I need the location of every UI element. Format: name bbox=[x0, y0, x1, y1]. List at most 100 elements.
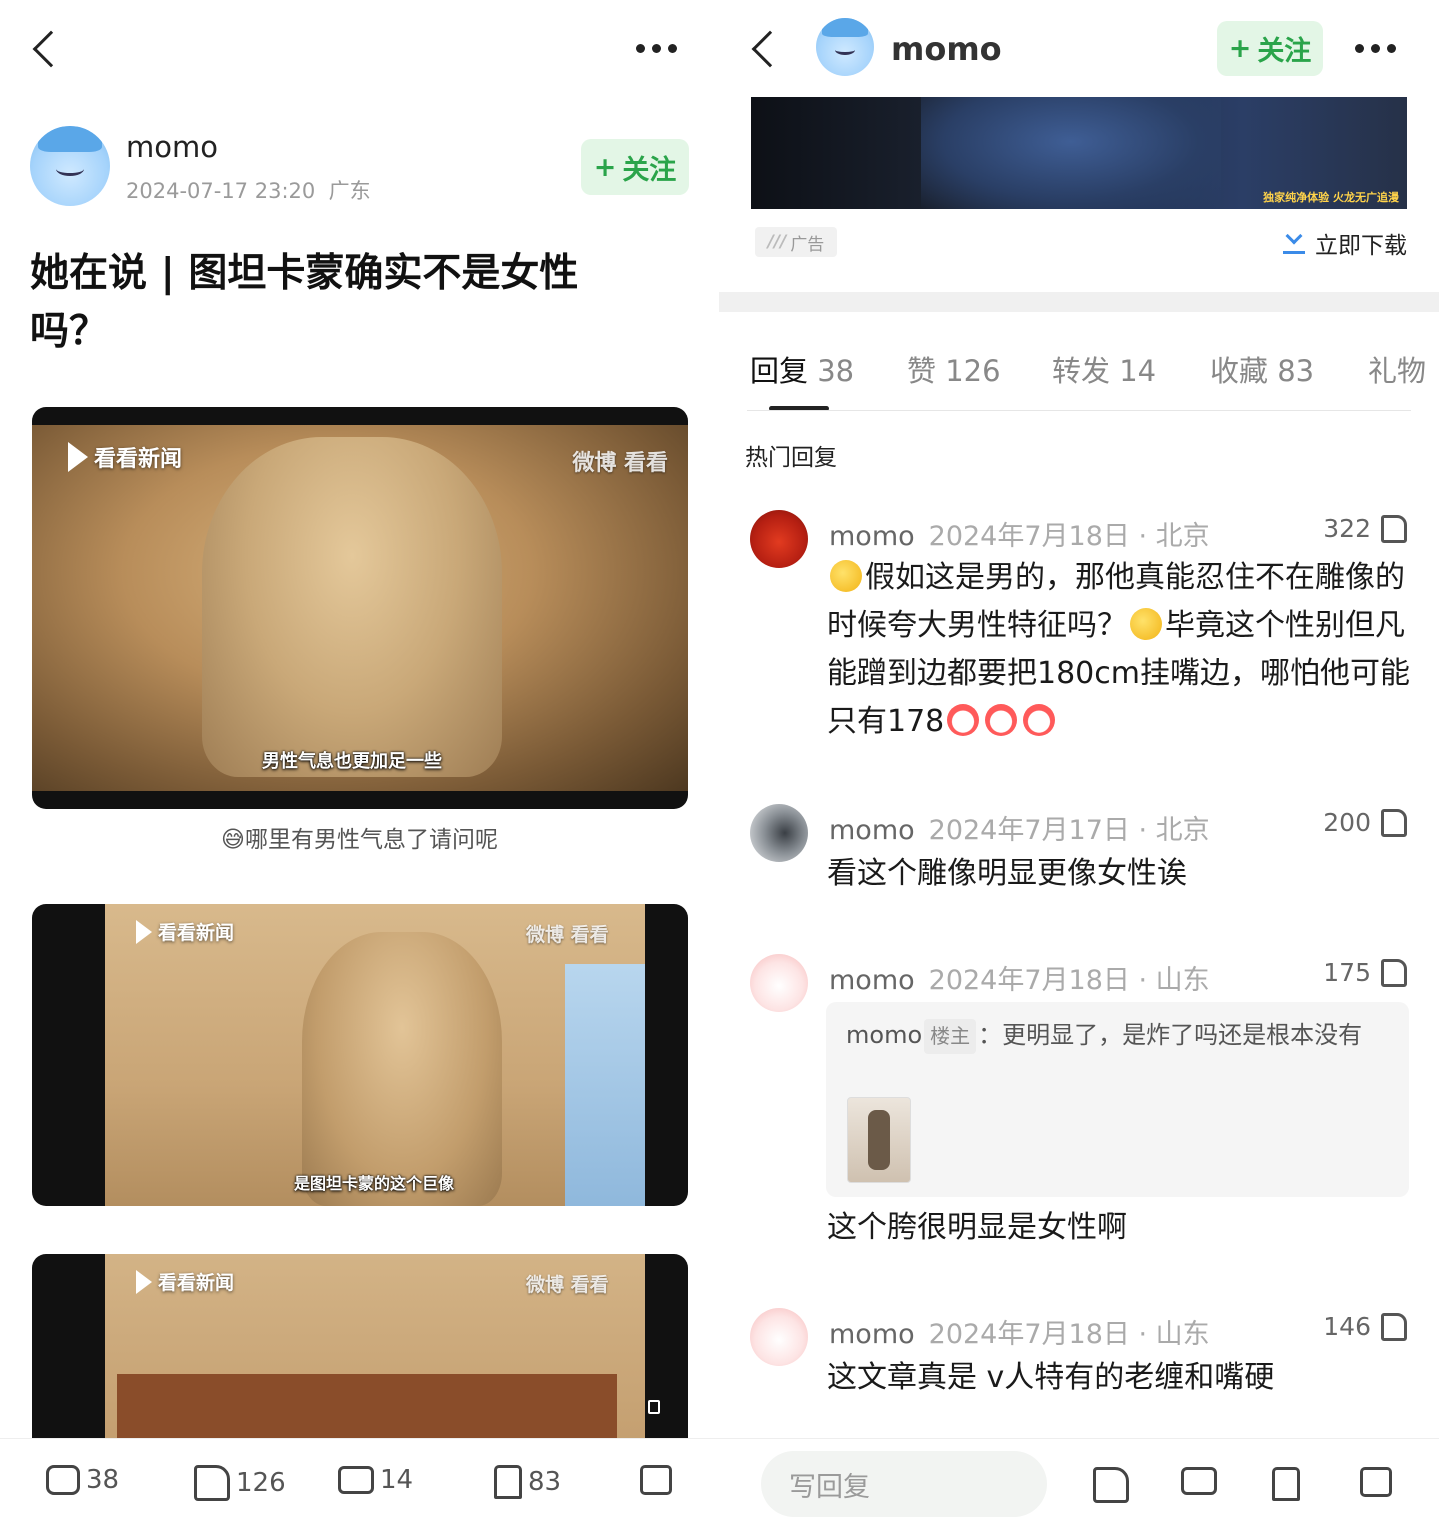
comment-button[interactable]: 38 bbox=[46, 1465, 119, 1495]
post-action-bar: 38 126 14 83 bbox=[0, 1438, 719, 1536]
favorite-count: 83 bbox=[528, 1467, 562, 1497]
comment-like-count: 175 bbox=[1323, 958, 1371, 987]
back-icon[interactable] bbox=[751, 30, 789, 68]
post-meta: 2024-07-17 23:20 广东 bbox=[126, 175, 371, 205]
comment-like-button[interactable]: 322 bbox=[1323, 514, 1407, 543]
gift-button[interactable] bbox=[640, 1465, 672, 1495]
plus-icon: + bbox=[1228, 33, 1252, 64]
follow-button[interactable]: + 关注 bbox=[581, 139, 689, 195]
thumbs-up-icon bbox=[1381, 514, 1407, 543]
post-location: 广东 bbox=[328, 179, 371, 203]
op-badge: 楼主 bbox=[924, 1019, 977, 1054]
commenter-avatar[interactable] bbox=[750, 954, 808, 1012]
comment-date: 2024年7月18日 bbox=[928, 521, 1130, 552]
author-name[interactable]: momo bbox=[126, 130, 218, 164]
thinking-emoji-icon bbox=[1130, 608, 1162, 640]
comment-text: 这个胯很明显是女性啊 bbox=[827, 1210, 1127, 1245]
favorite-button[interactable]: 83 bbox=[494, 1465, 561, 1499]
image-caption: 😅哪里有男性气息了请问呢 bbox=[221, 827, 498, 853]
hot-replies-title: 热门回复 bbox=[745, 445, 837, 471]
news-logo: 看看新闻 bbox=[68, 441, 182, 473]
download-icon bbox=[1283, 232, 1305, 254]
tab-favorites[interactable]: 收藏 83 bbox=[1210, 348, 1314, 390]
weibo-watermark: 微博 看看 bbox=[572, 451, 668, 476]
section-divider bbox=[719, 292, 1439, 312]
clown-emoji-icon bbox=[947, 704, 980, 736]
commenter-name[interactable]: momo bbox=[829, 815, 915, 846]
tab-likes[interactable]: 赞 126 bbox=[907, 348, 1001, 390]
commenter-avatar[interactable] bbox=[750, 510, 808, 568]
comment-header: momo 2024年7月18日 · 北京 bbox=[829, 521, 1210, 552]
commenter-name[interactable]: momo bbox=[829, 521, 915, 552]
post-image-2[interactable]: 看看新闻 微博 看看 是图坦卡蒙的这个巨像 bbox=[32, 904, 688, 1206]
repost-icon[interactable] bbox=[1181, 1467, 1217, 1495]
plus-icon: + bbox=[593, 151, 617, 183]
reply-author[interactable]: momo bbox=[846, 1021, 922, 1049]
commenter-name[interactable]: momo bbox=[829, 965, 915, 996]
tab-reposts[interactable]: 转发 14 bbox=[1052, 348, 1156, 390]
post-image-1[interactable]: 看看新闻 微博 看看 男性气息也更加足一些 bbox=[32, 407, 688, 809]
repost-count: 14 bbox=[380, 1465, 414, 1495]
comment-like-count: 200 bbox=[1323, 808, 1371, 837]
statue-figure bbox=[202, 437, 502, 777]
nested-reply[interactable]: momo 楼主 ：更明显了，是炸了吗还是根本没有 bbox=[826, 1002, 1409, 1197]
ad-download-button[interactable]: 立即下载 bbox=[1283, 226, 1407, 260]
reply-image-thumbnail[interactable] bbox=[847, 1097, 911, 1183]
reply-action-bar: 写回复 bbox=[719, 1438, 1439, 1536]
write-reply-input[interactable]: 写回复 bbox=[761, 1451, 1047, 1517]
header-author-name[interactable]: momo bbox=[891, 30, 1002, 68]
commenter-avatar[interactable] bbox=[750, 1308, 808, 1366]
weibo-watermark: 微博 看看 bbox=[526, 924, 609, 946]
comment-like-button[interactable]: 200 bbox=[1323, 808, 1407, 837]
comment-item: momo 2024年7月18日 · 北京 322 假如这是男的，那他真能忍住不在雕… bbox=[719, 510, 1439, 750]
gift-icon bbox=[640, 1465, 672, 1495]
bookmark-icon bbox=[494, 1465, 522, 1499]
comment-icon bbox=[46, 1465, 80, 1495]
repost-button[interactable]: 14 bbox=[338, 1465, 413, 1495]
post-title: 她在说 | 图坦卡蒙确实不是女性吗？ bbox=[30, 251, 579, 354]
comment-like-button[interactable]: 175 bbox=[1323, 958, 1407, 987]
tab-gifts[interactable]: 礼物 bbox=[1368, 348, 1426, 390]
post-time: 2024-07-17 23:20 bbox=[126, 179, 316, 203]
ad-badge: /// 广告 bbox=[755, 227, 837, 257]
post-image-3[interactable]: 看看新闻 微博 看看 bbox=[32, 1254, 688, 1444]
window-light bbox=[565, 964, 645, 1206]
bookmark-icon[interactable] bbox=[1272, 1467, 1300, 1501]
news-logo: 看看新闻 bbox=[136, 918, 234, 945]
ad-logo-icon: /// bbox=[767, 232, 787, 252]
ad-banner-text: 独家纯净体验 火龙无广追漫 bbox=[1263, 191, 1399, 204]
comment-text: 假如这是男的，那他真能忍住不在雕像的时候夸大男性特征吗？ 毕竟这个性别但凡能蹭到边… bbox=[827, 560, 1410, 739]
comment-location: 山东 bbox=[1155, 1319, 1210, 1350]
info-plaque bbox=[117, 1374, 617, 1444]
more-options-icon[interactable] bbox=[1355, 44, 1396, 53]
commenter-name[interactable]: momo bbox=[829, 1319, 915, 1350]
back-icon[interactable] bbox=[32, 30, 70, 68]
comments-panel: momo + 关注 独家纯净体验 火龙无广追漫 /// 广告 立即下载 回复 3… bbox=[719, 0, 1439, 1536]
comment-item: momo 2024年7月18日 · 山东 146 这文章真是 v人特有的老缠和嘴硬 bbox=[719, 1308, 1439, 1408]
thumbs-up-icon[interactable] bbox=[1093, 1467, 1129, 1503]
comment-like-button[interactable]: 146 bbox=[1323, 1312, 1407, 1341]
follow-label: 关注 bbox=[1257, 36, 1312, 67]
tab-replies[interactable]: 回复 38 bbox=[750, 348, 854, 390]
comment-date: 2024年7月18日 bbox=[928, 1319, 1130, 1350]
comment-item: momo 2024年7月17日 · 北京 200 看这个雕像明显更像女性诶 bbox=[719, 804, 1439, 904]
follow-button[interactable]: + 关注 bbox=[1217, 21, 1323, 76]
author-avatar[interactable] bbox=[30, 126, 110, 206]
comment-location: 北京 bbox=[1155, 815, 1210, 846]
post-detail-panel: momo 2024-07-17 23:20 广东 + 关注 她在说 | 图坦卡蒙… bbox=[0, 0, 719, 1536]
ad-scene bbox=[921, 97, 1221, 209]
lock-icon bbox=[648, 1400, 660, 1414]
comment-location: 山东 bbox=[1155, 965, 1210, 996]
comment-header: momo 2024年7月18日 · 山东 bbox=[829, 965, 1210, 996]
header-avatar[interactable] bbox=[816, 18, 874, 76]
ad-banner-image[interactable]: 独家纯净体验 火龙无广追漫 bbox=[751, 97, 1407, 209]
comment-text: 看这个雕像明显更像女性诶 bbox=[827, 856, 1187, 891]
news-logo: 看看新闻 bbox=[136, 1268, 234, 1295]
comment-date: 2024年7月18日 bbox=[928, 965, 1130, 996]
commenter-avatar[interactable] bbox=[750, 804, 808, 862]
gift-icon[interactable] bbox=[1360, 1467, 1392, 1497]
thumbs-up-icon bbox=[1381, 808, 1407, 837]
like-button[interactable]: 126 bbox=[194, 1465, 286, 1501]
tabs-divider bbox=[747, 410, 1411, 411]
more-options-icon[interactable] bbox=[636, 44, 677, 53]
